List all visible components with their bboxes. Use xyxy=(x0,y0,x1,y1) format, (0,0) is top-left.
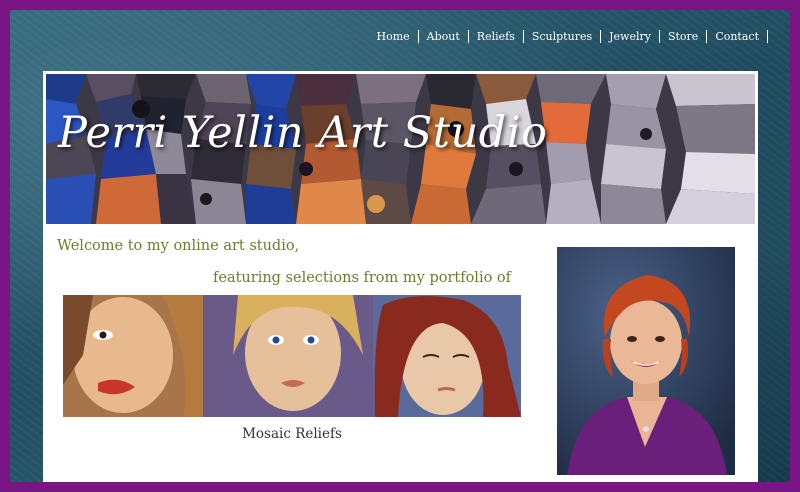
nav-contact[interactable]: Contact xyxy=(707,30,768,43)
site-title: Perri Yellin Art Studio xyxy=(58,108,548,158)
nav-jewelry[interactable]: Jewelry xyxy=(601,30,660,43)
nav-sculptures[interactable]: Sculptures xyxy=(524,30,602,43)
featuring-text: featuring selections from my portfolio o… xyxy=(213,270,512,286)
header-banner: Perri Yellin Art Studio xyxy=(46,74,755,224)
mosaic-reliefs-link[interactable]: Mosaic Reliefs xyxy=(63,426,521,442)
welcome-text: Welcome to my online art studio, xyxy=(57,238,300,254)
mosaic-reliefs-image[interactable] xyxy=(63,295,521,417)
page-background: Home About Reliefs Sculptures Jewelry St… xyxy=(10,10,790,482)
mosaic-faces-image xyxy=(63,295,521,417)
nav-reliefs[interactable]: Reliefs xyxy=(469,30,524,43)
content-panel: Perri Yellin Art Studio Welcome to my on… xyxy=(43,71,758,482)
nav-store[interactable]: Store xyxy=(660,30,708,43)
artist-photo xyxy=(557,247,735,475)
artist-portrait xyxy=(557,247,735,475)
main-nav: Home About Reliefs Sculptures Jewelry St… xyxy=(369,30,768,43)
nav-home[interactable]: Home xyxy=(369,30,419,43)
nav-about[interactable]: About xyxy=(419,30,469,43)
